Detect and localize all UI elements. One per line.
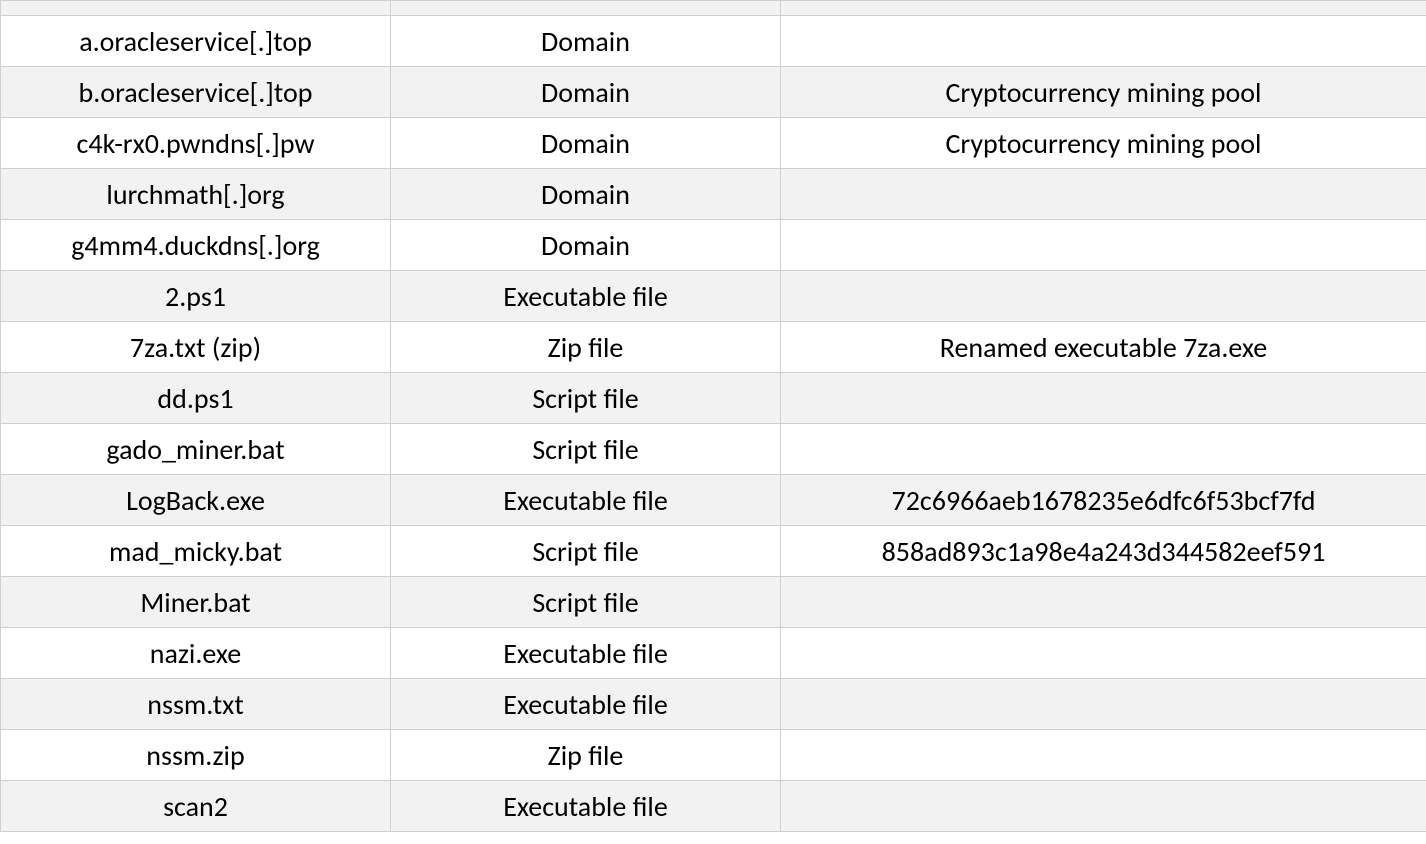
cell-indicator: Miner.bat [1, 577, 391, 628]
cell-type: Zip file [391, 730, 781, 781]
table-row-fragment [1, 1, 1426, 16]
cell-type: Script file [391, 526, 781, 577]
cell-detail: Renamed executable 7za.exe [781, 322, 1426, 373]
cell-detail [781, 730, 1426, 781]
cell-type: Domain [391, 169, 781, 220]
cell-indicator: g4mm4.duckdns[.]org [1, 220, 391, 271]
table-row: nazi.exe Executable file [1, 628, 1426, 679]
cell [781, 1, 1426, 16]
cell-type: Zip file [391, 322, 781, 373]
cell-type: Domain [391, 67, 781, 118]
cell-detail: 858ad893c1a98e4a243d344582eef591 [781, 526, 1426, 577]
cell-indicator: nssm.txt [1, 679, 391, 730]
table-row: b.oracleservice[.]top Domain Cryptocurre… [1, 67, 1426, 118]
ioc-table: a.oracleservice[.]top Domain b.oracleser… [0, 0, 1426, 832]
cell-detail: 72c6966aeb1678235e6dfc6f53bcf7fd [781, 475, 1426, 526]
cell-type: Domain [391, 220, 781, 271]
cell-indicator: gado_miner.bat [1, 424, 391, 475]
cell-detail: Cryptocurrency mining pool [781, 67, 1426, 118]
cell-indicator: b.oracleservice[.]top [1, 67, 391, 118]
cell-type: Executable file [391, 679, 781, 730]
cell-detail: Cryptocurrency mining pool [781, 118, 1426, 169]
table-row: scan2 Executable file [1, 781, 1426, 832]
cell-indicator: a.oracleservice[.]top [1, 16, 391, 67]
table-row: nssm.zip Zip file [1, 730, 1426, 781]
cell-indicator: nazi.exe [1, 628, 391, 679]
table-row: a.oracleservice[.]top Domain [1, 16, 1426, 67]
table-row: mad_micky.bat Script file 858ad893c1a98e… [1, 526, 1426, 577]
table-row: dd.ps1 Script file [1, 373, 1426, 424]
cell-indicator: 2.ps1 [1, 271, 391, 322]
cell-type: Script file [391, 373, 781, 424]
cell-detail [781, 628, 1426, 679]
cell-indicator: nssm.zip [1, 730, 391, 781]
cell-type: Executable file [391, 271, 781, 322]
cell [391, 1, 781, 16]
cell-indicator: 7za.txt (zip) [1, 322, 391, 373]
cell-type: Executable file [391, 781, 781, 832]
cell-detail [781, 781, 1426, 832]
cell-detail [781, 679, 1426, 730]
table-row: 7za.txt (zip) Zip file Renamed executabl… [1, 322, 1426, 373]
cell-indicator: mad_micky.bat [1, 526, 391, 577]
table-row: lurchmath[.]org Domain [1, 169, 1426, 220]
cell-detail [781, 16, 1426, 67]
cell-indicator: c4k-rx0.pwndns[.]pw [1, 118, 391, 169]
table-row: nssm.txt Executable file [1, 679, 1426, 730]
cell-detail [781, 220, 1426, 271]
cell [1, 1, 391, 16]
cell-type: Domain [391, 118, 781, 169]
cell-indicator: scan2 [1, 781, 391, 832]
cell-detail [781, 169, 1426, 220]
table-row: g4mm4.duckdns[.]org Domain [1, 220, 1426, 271]
cell-type: Script file [391, 577, 781, 628]
cell-detail [781, 424, 1426, 475]
cell-type: Script file [391, 424, 781, 475]
cell-indicator: LogBack.exe [1, 475, 391, 526]
cell-detail [781, 577, 1426, 628]
cell-indicator: lurchmath[.]org [1, 169, 391, 220]
cell-type: Executable file [391, 628, 781, 679]
table-row: LogBack.exe Executable file 72c6966aeb16… [1, 475, 1426, 526]
cell-type: Executable file [391, 475, 781, 526]
table-row: 2.ps1 Executable file [1, 271, 1426, 322]
table-row: c4k-rx0.pwndns[.]pw Domain Cryptocurrenc… [1, 118, 1426, 169]
table-row: gado_miner.bat Script file [1, 424, 1426, 475]
table-row: Miner.bat Script file [1, 577, 1426, 628]
cell-indicator: dd.ps1 [1, 373, 391, 424]
cell-detail [781, 373, 1426, 424]
cell-type: Domain [391, 16, 781, 67]
cell-detail [781, 271, 1426, 322]
